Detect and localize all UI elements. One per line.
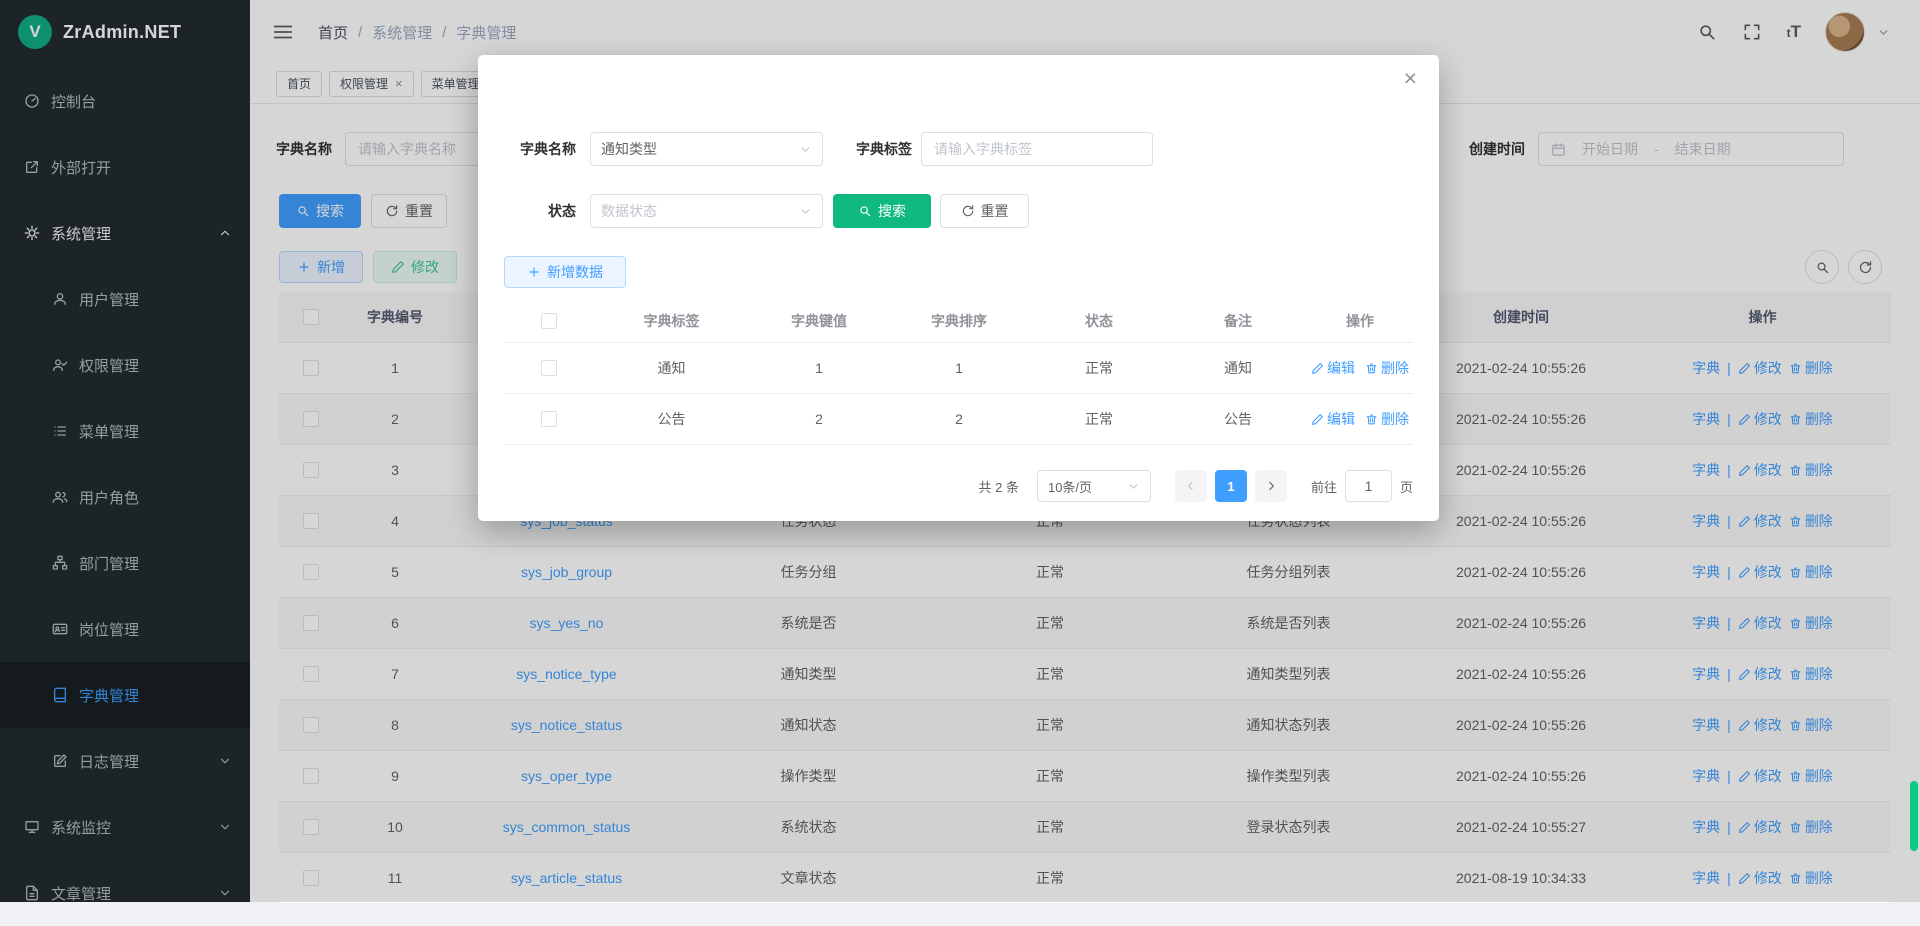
header-remark: 备注 (1169, 311, 1307, 331)
dict-data-dialog: × 字典名称 通知类型 字典标签 状态 数据状态 搜索 重置 新增数据 字典标 (478, 55, 1439, 521)
edit-icon (1311, 413, 1324, 426)
next-page-button[interactable] (1255, 470, 1287, 502)
scrollbar-thumb[interactable] (1910, 781, 1918, 851)
trash-icon (1365, 362, 1378, 375)
header-dict-value: 字典键值 (749, 311, 889, 331)
plus-icon (527, 265, 541, 279)
modal-search-button[interactable]: 搜索 (833, 194, 931, 228)
cell-remark: 公告 (1169, 409, 1307, 429)
edit-link[interactable]: 编辑 (1311, 409, 1355, 429)
chevron-down-icon (799, 143, 812, 156)
refresh-icon (961, 204, 975, 218)
chevron-down-icon (799, 205, 812, 218)
cell-ops: 编辑 删除 (1307, 358, 1413, 378)
dict-data-table: 字典标签 字典键值 字典排序 状态 备注 操作 通知 1 1 正常 通知 编辑 … (504, 299, 1413, 445)
status-select[interactable]: 数据状态 (590, 194, 823, 228)
chevron-left-icon (1184, 479, 1198, 493)
trash-icon (1365, 413, 1378, 426)
edit-link[interactable]: 编辑 (1311, 358, 1355, 378)
goto-label: 前往 (1311, 477, 1337, 496)
dict-name-label: 字典名称 (504, 139, 576, 159)
modal-table-body: 通知 1 1 正常 通知 编辑 删除 公告 2 2 正常 公告 编辑 删除 (504, 343, 1413, 445)
cell-dict-label: 公告 (594, 409, 749, 429)
add-data-button[interactable]: 新增数据 (504, 256, 626, 288)
cell-status: 正常 (1029, 358, 1169, 378)
modal-reset-button[interactable]: 重置 (940, 194, 1029, 228)
cell-remark: 通知 (1169, 358, 1307, 378)
modal-pagination: 共 2 条 10条/页 1 前往 页 (504, 470, 1413, 502)
pagination-total: 共 2 条 (979, 477, 1019, 496)
delete-link[interactable]: 删除 (1365, 409, 1409, 429)
row-checkbox[interactable] (541, 411, 557, 427)
search-icon (858, 204, 872, 218)
chevron-right-icon (1264, 479, 1278, 493)
row-checkbox[interactable] (541, 360, 557, 376)
cell-dict-value: 2 (749, 411, 889, 427)
modal-filter-row-1: 字典名称 通知类型 字典标签 (504, 132, 1153, 166)
header-dict-label: 字典标签 (594, 311, 749, 331)
dict-data-row: 通知 1 1 正常 通知 编辑 删除 (504, 343, 1413, 394)
prev-page-button[interactable] (1175, 470, 1207, 502)
cell-ops: 编辑 删除 (1307, 409, 1413, 429)
dict-data-table-header: 字典标签 字典键值 字典排序 状态 备注 操作 (504, 299, 1413, 343)
delete-link[interactable]: 删除 (1365, 358, 1409, 378)
cell-status: 正常 (1029, 409, 1169, 429)
dict-label-label: 字典标签 (839, 139, 912, 159)
dict-data-row: 公告 2 2 正常 公告 编辑 删除 (504, 394, 1413, 445)
header-ops: 操作 (1307, 311, 1413, 331)
cell-dict-sort: 2 (889, 411, 1029, 427)
page-number-1[interactable]: 1 (1215, 470, 1247, 502)
goto-page-input[interactable] (1345, 470, 1392, 502)
close-icon[interactable]: × (1404, 67, 1417, 90)
cell-dict-value: 1 (749, 360, 889, 376)
cell-dict-sort: 1 (889, 360, 1029, 376)
header-status: 状态 (1029, 311, 1169, 331)
dict-name-select[interactable]: 通知类型 (590, 132, 823, 166)
edit-icon (1311, 362, 1324, 375)
cell-dict-label: 通知 (594, 358, 749, 378)
header-dict-sort: 字典排序 (889, 311, 1029, 331)
dict-label-input[interactable] (921, 132, 1153, 166)
page-size-select[interactable]: 10条/页 (1037, 470, 1151, 502)
status-label: 状态 (504, 201, 576, 221)
chevron-down-icon (1127, 480, 1140, 493)
page-unit-label: 页 (1400, 477, 1413, 496)
select-all-checkbox[interactable] (541, 313, 557, 329)
modal-filter-row-2: 状态 数据状态 搜索 重置 (504, 194, 1029, 228)
